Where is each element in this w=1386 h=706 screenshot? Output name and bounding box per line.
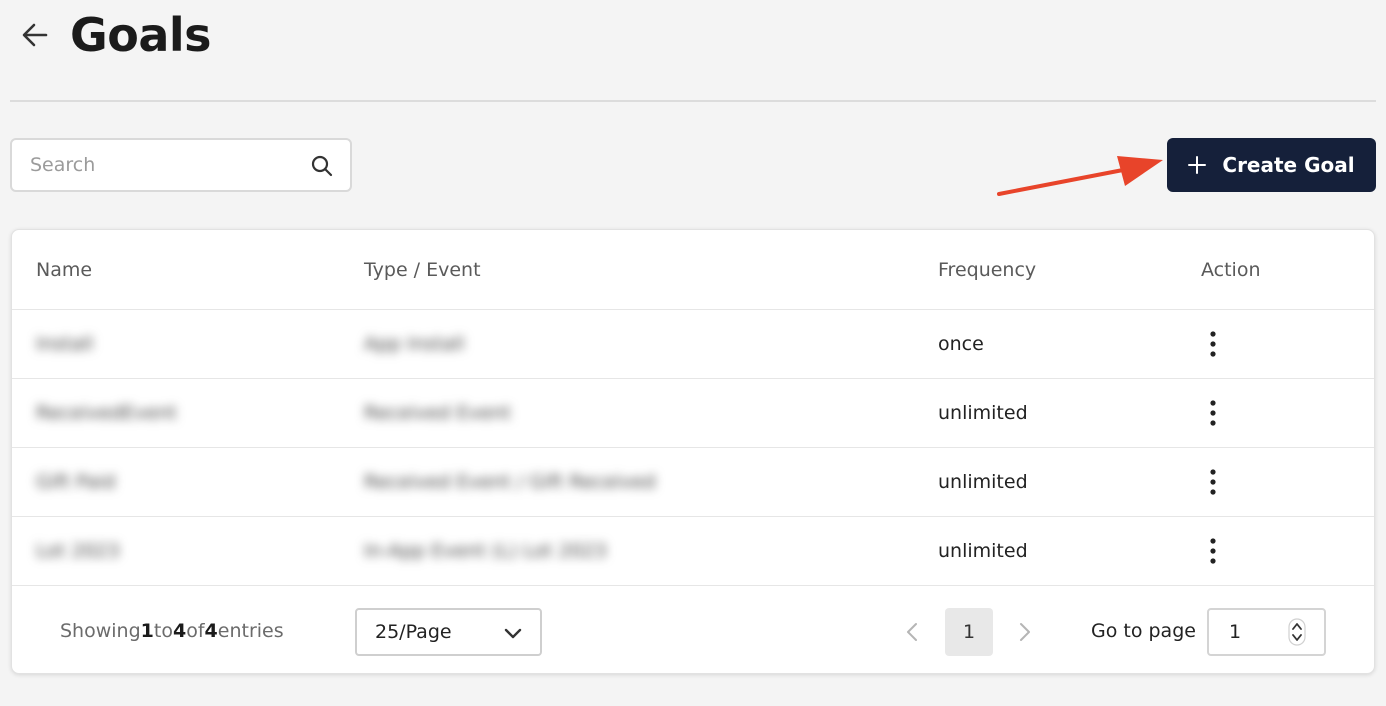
goal-name: Gift Paid bbox=[36, 471, 116, 493]
annotation-arrow bbox=[997, 156, 1163, 196]
total-entries: 4 bbox=[204, 619, 218, 642]
kebab-menu-icon[interactable] bbox=[1201, 536, 1225, 566]
entries-summary: Showing 1 to 4 of 4 entries bbox=[60, 586, 284, 675]
column-header-action: Action bbox=[1201, 258, 1261, 281]
back-button[interactable] bbox=[20, 20, 50, 50]
goal-type-event: In-App Event (L) Lot 2023 bbox=[364, 540, 607, 562]
goal-type-event: Received Event / Gift Received bbox=[364, 471, 656, 493]
table-row[interactable]: Gift Paid Received Event / Gift Received… bbox=[12, 448, 1374, 517]
table-row[interactable]: Lot 2023 In-App Event (L) Lot 2023 unlim… bbox=[12, 517, 1374, 586]
stepper-icon[interactable] bbox=[1288, 618, 1306, 646]
create-goal-label: Create Goal bbox=[1222, 153, 1355, 177]
create-goal-button[interactable]: Create Goal bbox=[1167, 138, 1376, 192]
goal-type-event: Received Event bbox=[364, 402, 511, 424]
table-row[interactable]: ReceivedEvent Received Event unlimited bbox=[12, 379, 1374, 448]
arrow-left-icon bbox=[22, 23, 48, 47]
range-from: 1 bbox=[140, 619, 154, 642]
page-header: Goals bbox=[10, 0, 1376, 102]
goals-table: Name Type / Event Frequency Action Insta… bbox=[11, 229, 1375, 674]
entries-word: entries bbox=[217, 619, 284, 642]
kebab-menu-icon[interactable] bbox=[1201, 467, 1225, 497]
to-word: to bbox=[153, 619, 173, 642]
chevron-left-icon[interactable] bbox=[902, 620, 922, 644]
page-button-current[interactable]: 1 bbox=[945, 608, 993, 656]
column-header-name[interactable]: Name bbox=[36, 230, 92, 309]
range-to: 4 bbox=[172, 619, 187, 642]
goal-name: ReceivedEvent bbox=[36, 402, 177, 424]
page-title: Goals bbox=[70, 8, 212, 62]
search-box[interactable] bbox=[10, 138, 352, 192]
showing-prefix: Showing bbox=[60, 619, 141, 642]
go-to-page-input[interactable] bbox=[1209, 610, 1324, 654]
column-header-frequency[interactable]: Frequency bbox=[938, 230, 1036, 309]
search-icon[interactable] bbox=[310, 154, 334, 178]
plus-icon bbox=[1188, 156, 1207, 174]
row-action bbox=[1201, 379, 1225, 447]
row-action bbox=[1201, 517, 1225, 585]
table-row[interactable]: Install App Install once bbox=[12, 310, 1374, 379]
column-header-type-event[interactable]: Type / Event bbox=[364, 230, 481, 309]
goal-name: Install bbox=[36, 333, 94, 355]
goal-frequency: unlimited bbox=[938, 471, 1028, 493]
kebab-menu-icon[interactable] bbox=[1201, 398, 1225, 428]
table-footer: Showing 1 to 4 of 4 entries 25/Page 1 Go… bbox=[12, 586, 1374, 675]
go-to-page-field[interactable] bbox=[1207, 608, 1326, 656]
chevron-down-icon bbox=[504, 628, 522, 639]
goal-type-event: App Install bbox=[364, 333, 465, 355]
row-action bbox=[1201, 310, 1225, 378]
of-word: of bbox=[186, 619, 205, 642]
go-to-page-label: Go to page bbox=[1091, 619, 1196, 642]
chevron-right-icon[interactable] bbox=[1015, 620, 1035, 644]
kebab-menu-icon[interactable] bbox=[1201, 329, 1225, 359]
row-action bbox=[1201, 448, 1225, 516]
goal-frequency: once bbox=[938, 333, 984, 355]
goal-frequency: unlimited bbox=[938, 540, 1028, 562]
search-input[interactable] bbox=[12, 140, 350, 190]
page-size-value: 25/Page bbox=[375, 621, 452, 643]
goal-frequency: unlimited bbox=[938, 402, 1028, 424]
table-header-row: Name Type / Event Frequency Action bbox=[12, 230, 1374, 310]
page-size-select[interactable]: 25/Page bbox=[355, 608, 542, 656]
goal-name: Lot 2023 bbox=[36, 540, 120, 562]
